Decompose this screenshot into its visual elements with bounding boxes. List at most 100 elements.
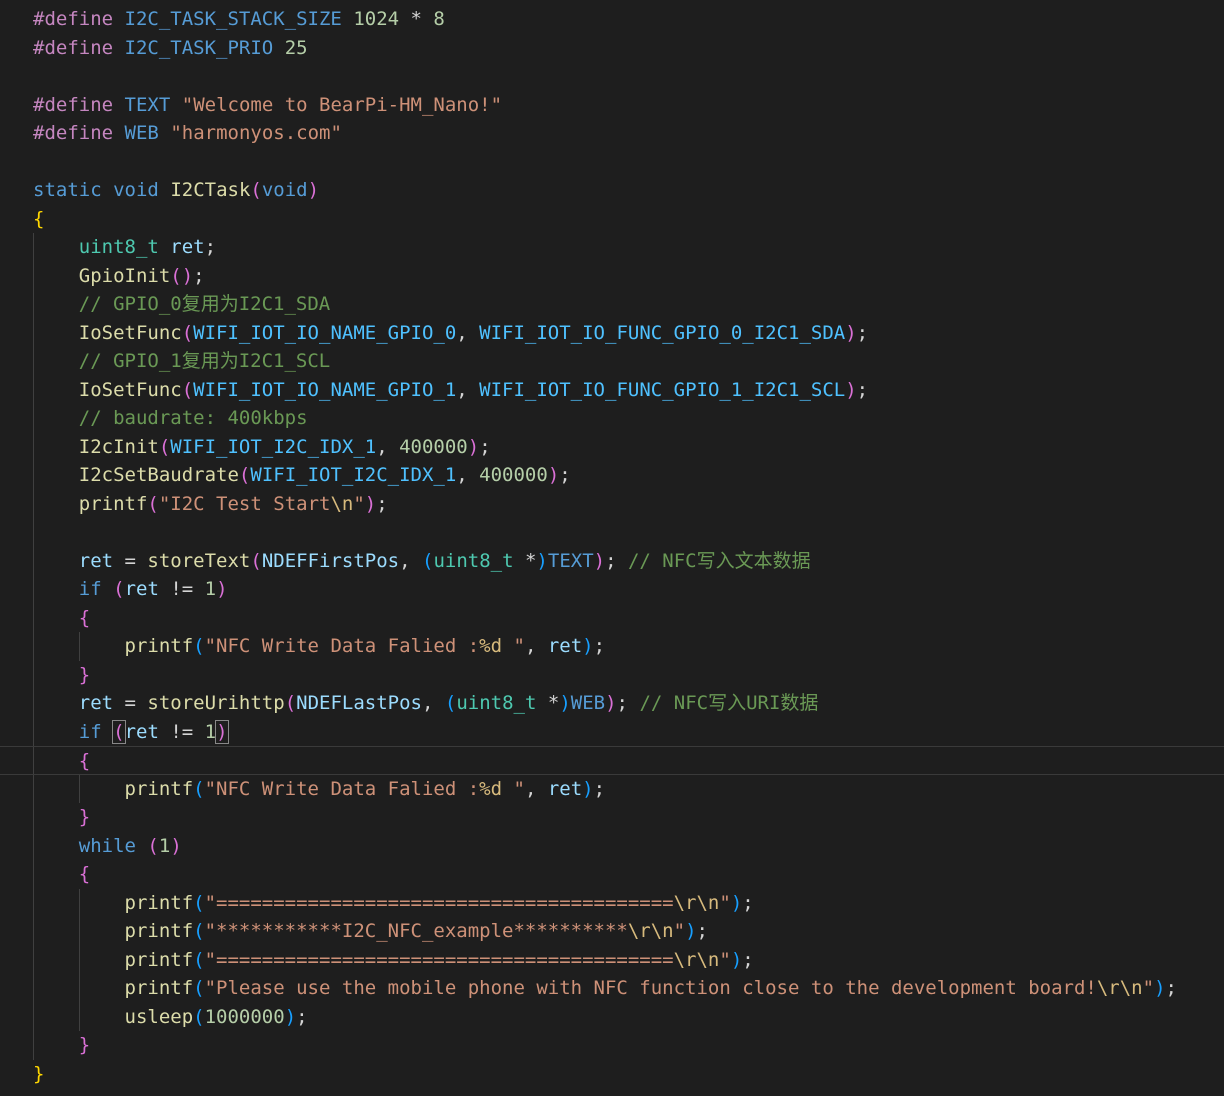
code-token-punc: ; [204,236,217,258]
code-line[interactable]: #define I2C_TASK_PRIO 25 [0,34,1224,63]
code-line[interactable]: I2cInit(WIFI_IOT_I2C_IDX_1, 400000); [0,433,1224,462]
code-line[interactable] [0,148,1224,177]
code-line[interactable]: } [0,803,1224,832]
code-token-b2: { [78,750,91,772]
code-line-text: // GPIO_0复用为I2C1_SDA [33,290,330,319]
code-token-punc [33,778,125,800]
code-line[interactable]: } [0,1031,1224,1060]
code-token-punc: = [113,549,148,572]
code-token-pp: #define [33,122,114,144]
code-line[interactable]: printf("***********I2C_NFC_example******… [0,917,1224,946]
code-line[interactable]: IoSetFunc(WIFI_IOT_IO_NAME_GPIO_0, WIFI_… [0,319,1224,348]
code-line[interactable]: #define WEB "harmonyos.com" [0,119,1224,148]
code-line[interactable]: GpioInit(); [0,262,1224,291]
code-token-esc: \r\n [1096,977,1143,999]
code-line[interactable]: { [0,205,1224,234]
code-line[interactable]: // GPIO_0复用为I2C1_SDA [0,290,1224,319]
code-line[interactable]: ret = storeText(NDEFFirstPos, (uint8_t *… [0,547,1224,576]
code-token-b2: } [78,806,91,828]
code-token-macro: TEXT [547,549,594,572]
code-line[interactable]: usleep(1000000); [0,1003,1224,1032]
code-line[interactable]: while (1) [0,832,1224,861]
code-token-punc [33,835,79,857]
code-token-punc [33,493,79,515]
code-token-b2: ( [284,692,297,714]
code-token-punc [33,578,79,600]
code-token-b2: ( [147,834,159,857]
code-token-cmt: // NFC写入URI数据 [639,692,819,714]
code-token-b2: ) [170,834,182,857]
code-line-text: printf("NFC Write Data Falied :%d ", ret… [33,632,606,661]
code-token-punc [102,179,113,201]
code-token-str: "NFC Write Data Falied : [204,635,480,657]
code-line[interactable]: static void I2CTask(void) [0,176,1224,205]
code-line[interactable]: printf("================================… [0,889,1224,918]
code-token-punc [33,436,79,458]
code-token-punc: * [513,549,537,572]
code-line[interactable]: I2cSetBaudrate(WIFI_IOT_I2C_IDX_1, 40000… [0,461,1224,490]
code-token-punc [273,37,284,59]
code-token-punc: , [524,635,548,657]
code-line[interactable]: printf("NFC Write Data Falied :%d ", ret… [0,775,1224,804]
code-token-punc: , [456,464,480,486]
code-line[interactable]: printf("================================… [0,946,1224,975]
code-token-b2: { [78,863,91,885]
code-token-punc [136,835,147,857]
code-token-str: "Please use the mobile phone with NFC fu… [204,977,1097,999]
code-editor[interactable]: #define I2C_TASK_STACK_SIZE 1024 * 8 #def… [0,0,1224,1096]
code-line[interactable]: printf("NFC Write Data Falied :%d ", ret… [0,632,1224,661]
code-line-text: usleep(1000000); [33,1003,308,1032]
code-token-punc: ; [742,948,754,971]
code-token-cmt: // baudrate: 400kbps [78,407,308,429]
code-token-str: "=======================================… [204,891,674,914]
code-line[interactable]: } [0,1060,1224,1089]
code-token-punc [33,379,79,401]
code-token-b1: { [33,207,45,230]
code-line-text: } [33,661,90,690]
code-token-punc [33,892,125,914]
code-line[interactable] [0,518,1224,547]
code-line[interactable]: #define TEXT "Welcome to BearPi-HM_Nano!… [0,91,1224,120]
code-token-punc [33,550,79,572]
code-token-b3: ) [730,891,743,914]
code-token-macro: WEB [124,122,159,144]
code-token-b3: ( [193,948,205,971]
code-line[interactable]: { [0,860,1224,889]
code-token-punc [33,607,79,629]
code-token-punc [33,265,79,287]
code-line[interactable]: { [0,746,1224,775]
code-line[interactable]: { [0,604,1224,633]
code-line[interactable]: printf("I2C Test Start\n"); [0,490,1224,519]
code-token-str: "I2C Test Start [158,492,331,515]
code-line-text: I2cInit(WIFI_IOT_I2C_IDX_1, 400000); [33,433,491,462]
code-token-punc [33,635,125,657]
code-token-fn: printf [124,635,194,657]
code-line[interactable]: if (ret != 1) [0,575,1224,604]
code-line[interactable]: printf("Please use the mobile phone with… [0,974,1224,1003]
code-token-var: ret [170,236,205,258]
code-line[interactable]: uint8_t ret; [0,233,1224,262]
code-token-b2: ( [181,378,194,401]
code-token-punc [159,122,170,144]
code-line[interactable]: #define I2C_TASK_STACK_SIZE 1024 * 8 [0,5,1224,34]
code-token-punc [33,464,79,486]
code-line[interactable] [0,62,1224,91]
code-token-punc [33,692,79,714]
code-token-punc [33,293,79,315]
code-line-text: GpioInit(); [33,262,205,291]
code-token-punc [342,8,353,30]
code-token-b3: ) [582,777,594,800]
code-token-cmt: // NFC写入文本数据 [627,549,811,572]
code-token-b2: ( [250,549,262,572]
code-line[interactable]: if (ret != 1) [0,718,1224,747]
code-line[interactable]: ret = storeUrihttp(NDEFLastPos, (uint8_t… [0,689,1224,718]
code-line[interactable]: IoSetFunc(WIFI_IOT_IO_NAME_GPIO_1, WIFI_… [0,376,1224,405]
code-line-text: printf("NFC Write Data Falied :%d ", ret… [33,775,606,804]
code-line-text: #define WEB "harmonyos.com" [33,119,342,148]
code-line[interactable]: // baudrate: 400kbps [0,404,1224,433]
code-line[interactable]: } [0,661,1224,690]
code-token-b2: ) [307,179,320,201]
code-line[interactable]: // GPIO_1复用为I2C1_SCL [0,347,1224,376]
code-token-str: " [719,891,731,914]
code-token-punc: ; [193,264,205,287]
